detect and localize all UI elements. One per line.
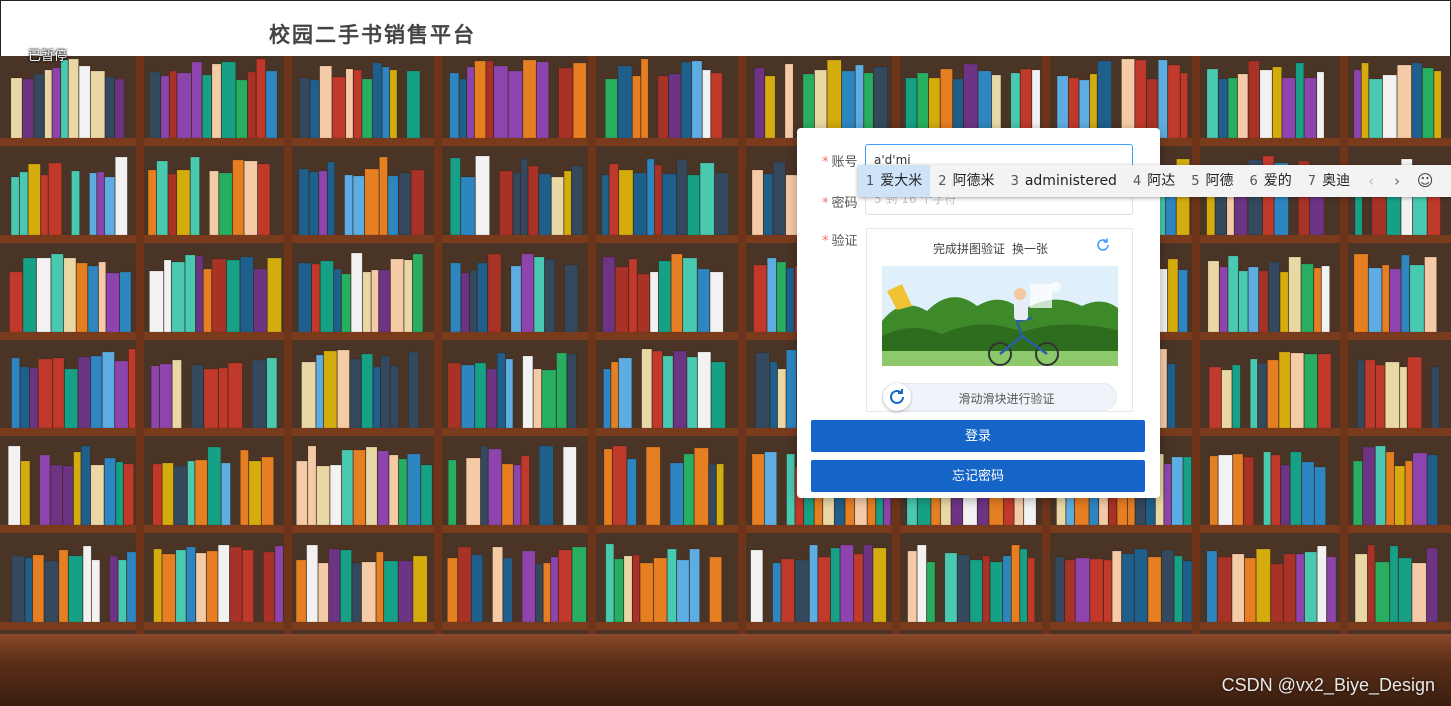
ime-candidate[interactable]: 5 阿德	[1183, 165, 1241, 197]
smiley-icon[interactable]: ☺	[1410, 165, 1440, 197]
captcha-panel: 完成拼图验证 换一张 滑动滑块进行验证	[866, 228, 1133, 412]
chevron-right-icon[interactable]: ›	[1384, 165, 1410, 197]
captcha-title: 完成拼图验证	[933, 242, 1006, 256]
ime-candidate[interactable]: 1 爱大米	[858, 165, 931, 197]
bookshelf-background	[0, 56, 1451, 706]
refresh-icon[interactable]	[1095, 237, 1111, 253]
watermark: CSDN @vx2_Biye_Design	[1221, 675, 1435, 695]
bookshelf-image	[0, 56, 1451, 706]
captcha-slider-track[interactable]: 滑动滑块进行验证	[882, 383, 1117, 411]
ime-candidate-bar: 1 爱大米 2 阿德米 3 administered 4 阿达 5 阿德 6 爱的 7 奥迪 …	[858, 165, 1451, 197]
chevron-left-icon[interactable]: ‹	[1358, 165, 1384, 197]
captcha-puzzle-image	[882, 266, 1118, 366]
login-button[interactable]: 登录	[811, 420, 1145, 452]
captcha-switch-link[interactable]: 换一张	[1012, 240, 1048, 257]
paused-label: 已暂停	[28, 49, 68, 64]
required-mark: *	[822, 155, 829, 170]
required-mark: *	[822, 234, 829, 249]
account-label: * 账号	[822, 155, 858, 170]
forgot-password-button[interactable]: 忘记密码	[811, 460, 1145, 492]
site-title: 校园二手书销售平台	[269, 23, 476, 47]
captcha-label: * 验证	[822, 234, 858, 249]
required-mark: *	[822, 196, 829, 211]
page-header: 校园二手书销售平台	[0, 0, 1451, 56]
ime-candidate[interactable]: 3 administered	[1003, 165, 1125, 197]
ime-candidate[interactable]: 4 阿达	[1125, 165, 1183, 197]
ime-candidate[interactable]: 6 爱的	[1242, 165, 1300, 197]
ime-candidate[interactable]: 2 阿德米	[930, 165, 1002, 197]
password-label: * 密码	[822, 196, 858, 211]
slider-text: 滑动滑块进行验证	[958, 392, 1055, 406]
ime-candidate[interactable]: 7 奥迪	[1300, 165, 1358, 197]
